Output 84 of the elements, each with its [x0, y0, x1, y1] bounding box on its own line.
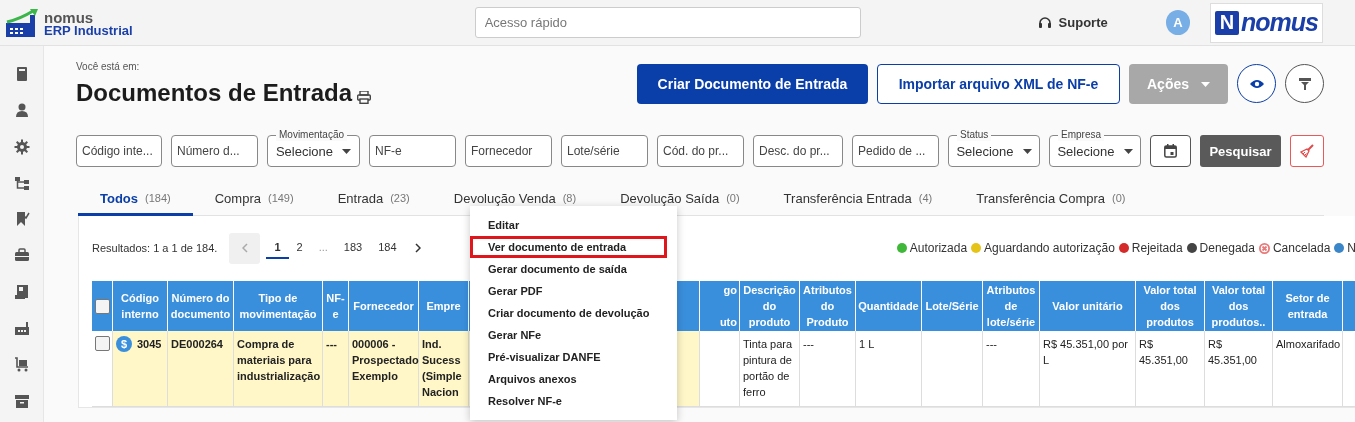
filter-field[interactable]: Cód. do pr...	[657, 135, 744, 167]
cart-icon[interactable]	[13, 356, 30, 373]
filter-field[interactable]: NF-e	[369, 135, 456, 167]
caret-icon	[342, 148, 352, 154]
legend-label: Denegada	[1199, 241, 1255, 255]
action-button[interactable]: Criar Documento de Entrada	[637, 64, 868, 104]
menu-item[interactable]: Gerar NFe	[470, 324, 677, 346]
briefcase-icon[interactable]	[13, 247, 30, 264]
filter-tab[interactable]: Entrada (23)	[315, 183, 432, 216]
brand-logo: N nomus	[1210, 2, 1323, 43]
menu-item[interactable]: Criar documento de devolução	[470, 302, 677, 324]
page-link[interactable]: 184	[370, 237, 405, 259]
filter-field[interactable]: Lote/série	[561, 135, 648, 167]
legend-label: Autorizada	[909, 241, 968, 255]
menu-item[interactable]: Arquivos anexos	[470, 368, 677, 390]
user-icon[interactable]	[13, 102, 30, 119]
support-link[interactable]: Suporte	[1037, 15, 1108, 30]
row-checkbox[interactable]	[95, 336, 110, 351]
menu-item[interactable]: Resolver NF-e	[470, 390, 677, 412]
payment-badge: $	[116, 336, 132, 352]
legend-label: Rejeitada	[1131, 241, 1183, 255]
caret-icon	[1201, 81, 1210, 87]
table-cell: ---	[800, 331, 856, 407]
hierarchy-icon[interactable]	[13, 174, 30, 191]
view-button[interactable]	[1237, 64, 1276, 103]
caret-icon	[1123, 148, 1133, 154]
legend-label: Aguardando autorização	[984, 241, 1115, 255]
table-cell: ---	[983, 331, 1040, 407]
date-button[interactable]	[1150, 135, 1191, 167]
results-label: Resultados: 1 a 1 de 184.	[92, 242, 218, 254]
filter-field[interactable]: Código inte...	[76, 135, 162, 167]
logo-name: nomus	[44, 10, 95, 24]
filter-field[interactable]: Pedido de ...	[852, 135, 939, 167]
chevron-right-icon	[414, 243, 421, 253]
menu-item[interactable]: Pré-visualizar DANFE	[470, 346, 677, 368]
table-cell: 1 L	[856, 331, 922, 407]
filter-button[interactable]	[1285, 64, 1324, 103]
clear-filters-button[interactable]	[1290, 135, 1324, 167]
table-cell: ---	[323, 331, 349, 407]
search-button[interactable]: Pesquisar	[1199, 135, 1282, 167]
logo-icon	[6, 8, 40, 37]
page-link[interactable]: 2	[288, 237, 311, 259]
filter-field[interactable]: Desc. do pr...	[753, 135, 843, 167]
page-ellipsis: ...	[317, 240, 329, 255]
legend-label: N	[1347, 241, 1355, 255]
legend-label: Cancelada	[1272, 241, 1331, 255]
menu-item[interactable]: Ver documento de entrada	[470, 236, 667, 258]
page-title: Documentos de Entrada	[76, 78, 353, 108]
select-all-checkbox[interactable]	[94, 298, 110, 314]
print-icon[interactable]	[357, 91, 372, 104]
action-button[interactable]: Importar arquivo XML de NF-e	[877, 64, 1120, 104]
table-cell: R$ 45.351,00 por L	[1040, 331, 1136, 407]
filter-field[interactable]: Fornecedor	[465, 135, 552, 167]
table-cell: Almoxarifado	[1273, 331, 1343, 407]
table-cell: Compra de materiais para industrialização	[234, 331, 323, 407]
document-icon[interactable]	[13, 283, 30, 300]
filter-tab[interactable]: Compra (149)	[192, 183, 316, 216]
page-link[interactable]: 183	[335, 237, 371, 259]
logo-subtitle: ERP Industrial	[44, 23, 133, 37]
menu-item[interactable]: Gerar documento de saída	[470, 258, 677, 280]
caret-icon	[1022, 148, 1032, 154]
breadcrumb-label: Você está em:	[76, 61, 141, 72]
calendar-icon	[1163, 144, 1177, 158]
factory-icon[interactable]	[13, 320, 30, 337]
filter-field[interactable]: Número d...	[171, 135, 258, 167]
archive-icon[interactable]	[13, 392, 30, 409]
headset-icon	[1037, 15, 1052, 30]
brush-icon	[1300, 144, 1315, 158]
menu-item[interactable]: Editar	[470, 214, 677, 236]
table-cell: R$ 45.351,00	[1205, 331, 1273, 407]
quick-access-field[interactable]: Acesso rápido	[474, 7, 861, 38]
table-cell: 000006 - Prospectado Exemplo	[349, 331, 419, 407]
chevron-left-icon	[241, 243, 248, 253]
table-cell: Ind. Sucess (Simple Nacion	[419, 331, 469, 407]
table-cell: R$ 45.351,00	[1136, 331, 1205, 407]
table-cell: Tinta para pintura de portão de ferro	[740, 331, 800, 407]
page-link[interactable]: 1	[266, 237, 289, 259]
menu-item[interactable]: Gerar PDF	[470, 280, 677, 302]
eye-icon	[1249, 78, 1264, 89]
table-cell-text: 3045	[137, 337, 162, 352]
filter-tab[interactable]: Transferência Compra (0)	[954, 183, 1148, 216]
funnel-icon	[1298, 77, 1311, 90]
filter-tab[interactable]: Transferência Entrada (4)	[761, 183, 955, 216]
table-cell: DE000264	[168, 331, 234, 407]
